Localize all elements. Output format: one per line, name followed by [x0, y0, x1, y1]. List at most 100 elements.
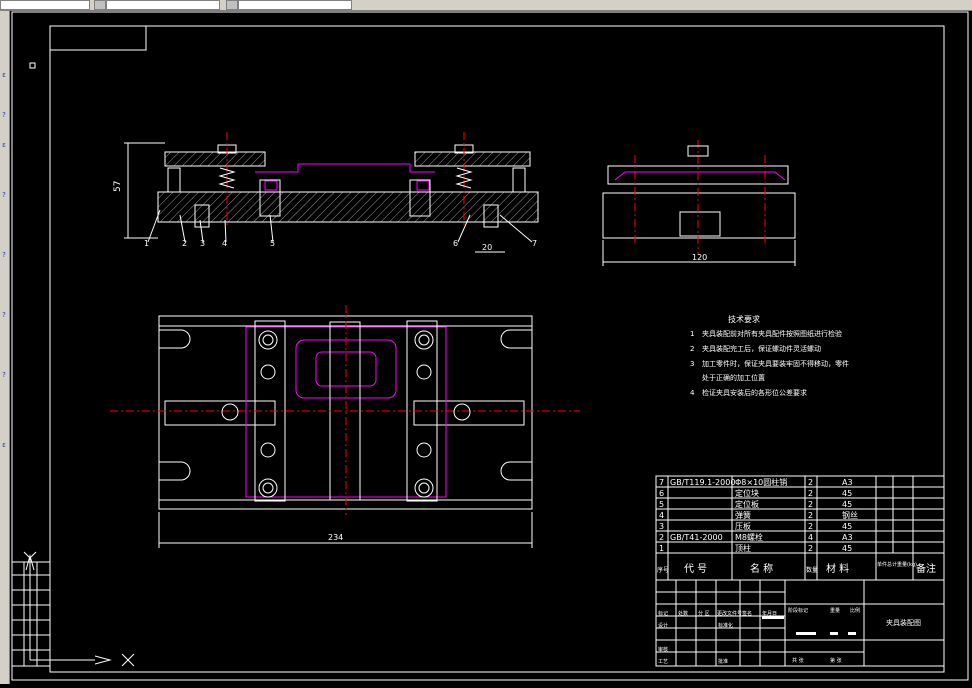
svg-text:弹簧: 弹簧 [735, 510, 751, 520]
fixture-mark [264, 180, 278, 191]
svg-text:45: 45 [842, 489, 852, 498]
left-tool-strip: ε ? ε ? ? ? ? ε [0, 11, 10, 684]
svg-text:标记: 标记 [658, 610, 668, 617]
svg-text:A3: A3 [842, 533, 853, 542]
margin-table [11, 561, 51, 667]
cad-drawing: 57 20 1 2 3 4 5 6 7 120 234 技术要求 1 夹具装配前… [11, 11, 969, 681]
svg-text:4: 4 [659, 511, 664, 520]
svg-text:7: 7 [659, 478, 664, 487]
svg-text:标准化: 标准化 [718, 622, 733, 629]
clamp-right-top [413, 400, 525, 426]
svg-text:2: 2 [808, 500, 813, 509]
svg-text:材 料: 材 料 [826, 562, 849, 575]
bom-header: 序号 代 号 名 称 数量 材 料 单件总计重量(kg) 备注 [657, 561, 936, 575]
tool-glyph[interactable]: ? [0, 311, 8, 319]
svg-text:2: 2 [808, 489, 813, 498]
tool-glyph[interactable]: ? [0, 371, 8, 379]
workpiece-side [614, 171, 786, 181]
svg-text:批准: 批准 [718, 658, 728, 665]
svg-text:审核: 审核 [658, 646, 668, 653]
svg-text:6: 6 [659, 489, 664, 498]
tool-glyph[interactable]: ε [0, 71, 8, 79]
color-dropdown[interactable] [106, 0, 220, 10]
tool-glyph[interactable]: ε [0, 141, 8, 149]
support-pin-right [512, 167, 526, 193]
svg-text:重量: 重量 [830, 607, 840, 614]
svg-text:顶柱: 顶柱 [735, 543, 751, 553]
title-block-text: 夹具装配图 标记 处数 分 区 更改文件号 签名 年月日 设计 标准化 审核 工… [658, 607, 921, 665]
tool-glyph[interactable]: ? [0, 251, 8, 259]
drawing-title: 夹具装配图 [886, 618, 921, 627]
svg-text:GB/T119.1-2000: GB/T119.1-2000 [670, 478, 735, 487]
u-slot-right-bottom [500, 461, 532, 481]
top-view: 234 [110, 305, 580, 548]
clamp-plate-left [164, 151, 266, 167]
svg-text:第 张: 第 张 [830, 657, 842, 664]
svg-text:序号: 序号 [657, 566, 669, 574]
support-pin-left [167, 167, 181, 193]
svg-text:GB/T41-2000: GB/T41-2000 [670, 533, 723, 542]
svg-text:2: 2 [808, 511, 813, 520]
side-view: 120 [602, 140, 796, 266]
svg-text:45: 45 [842, 522, 852, 531]
tool-glyph[interactable]: ε [0, 441, 8, 449]
svg-text:数量: 数量 [806, 566, 818, 574]
svg-text:3: 3 [659, 522, 664, 531]
svg-text:单件总计重量(kg): 单件总计重量(kg) [877, 561, 917, 568]
svg-text:定位板: 定位板 [735, 499, 759, 509]
linetype-icon[interactable] [226, 0, 238, 10]
linetype-dropdown[interactable] [238, 0, 352, 10]
clamp-left-top [164, 400, 276, 426]
svg-text:名 称: 名 称 [750, 562, 773, 575]
svg-text:A3: A3 [842, 478, 853, 487]
svg-text:3: 3 [690, 360, 694, 368]
tech-item: 检证夹具安装后的各形位公差要求 [702, 388, 807, 397]
u-slot-right-top [500, 329, 532, 349]
svg-text:2: 2 [808, 522, 813, 531]
tech-item: 夹具装配完工后，保证螺动件灵活螺动 [702, 344, 821, 353]
svg-text:工艺: 工艺 [658, 659, 668, 665]
ucs-icon [23, 551, 135, 667]
grip-square[interactable] [29, 62, 36, 69]
svg-text:2: 2 [659, 533, 664, 542]
callout-3: 3 [200, 239, 205, 248]
layer-state-icon[interactable] [94, 0, 106, 10]
svg-text:比例: 比例 [850, 607, 860, 614]
tool-glyph[interactable]: ? [0, 111, 8, 119]
callout-6: 6 [453, 239, 458, 248]
svg-text:45: 45 [842, 544, 852, 553]
svg-text:2: 2 [808, 478, 813, 487]
tech-item: 处于正确的加工位置 [702, 373, 765, 382]
clamp-plate-right [414, 151, 531, 167]
tool-glyph[interactable]: ? [0, 191, 8, 199]
drawing-canvas[interactable]: 57 20 1 2 3 4 5 6 7 120 234 技术要求 1 夹具装配前… [10, 11, 972, 684]
side-base [602, 192, 796, 239]
callout-1: 1 [144, 239, 149, 248]
svg-text:4: 4 [690, 389, 695, 397]
tech-requirements: 技术要求 1 夹具装配前对所有夹具配件按照图纸进行检验 2 夹具装配完工后，保证… [690, 314, 849, 397]
svg-text:2: 2 [690, 345, 694, 353]
svg-text:45: 45 [842, 500, 852, 509]
svg-text:钢丝: 钢丝 [842, 510, 858, 520]
workpiece-front [255, 163, 435, 173]
base-plate [157, 191, 539, 223]
layer-dropdown[interactable] [0, 0, 90, 10]
dim-width-234: 234 [328, 533, 343, 542]
svg-text:共 张: 共 张 [792, 657, 804, 664]
dim-width-120: 120 [692, 253, 707, 262]
code-box [49, 25, 147, 51]
svg-text:Φ8×10圆柱销: Φ8×10圆柱销 [735, 477, 787, 487]
callout-7: 7 [532, 239, 537, 248]
svg-text:签名: 签名 [742, 610, 752, 617]
svg-text:1: 1 [690, 330, 694, 338]
u-slot-left-top [159, 329, 191, 349]
svg-text:处数: 处数 [678, 610, 688, 617]
callout-2: 2 [182, 239, 187, 248]
fixture-mark [416, 180, 430, 191]
callout-4: 4 [222, 239, 227, 248]
svg-text:压板: 压板 [735, 521, 751, 531]
svg-text:5: 5 [659, 500, 664, 509]
side-block [679, 211, 721, 237]
svg-text:4: 4 [808, 533, 813, 542]
svg-text:年月日: 年月日 [762, 610, 777, 617]
